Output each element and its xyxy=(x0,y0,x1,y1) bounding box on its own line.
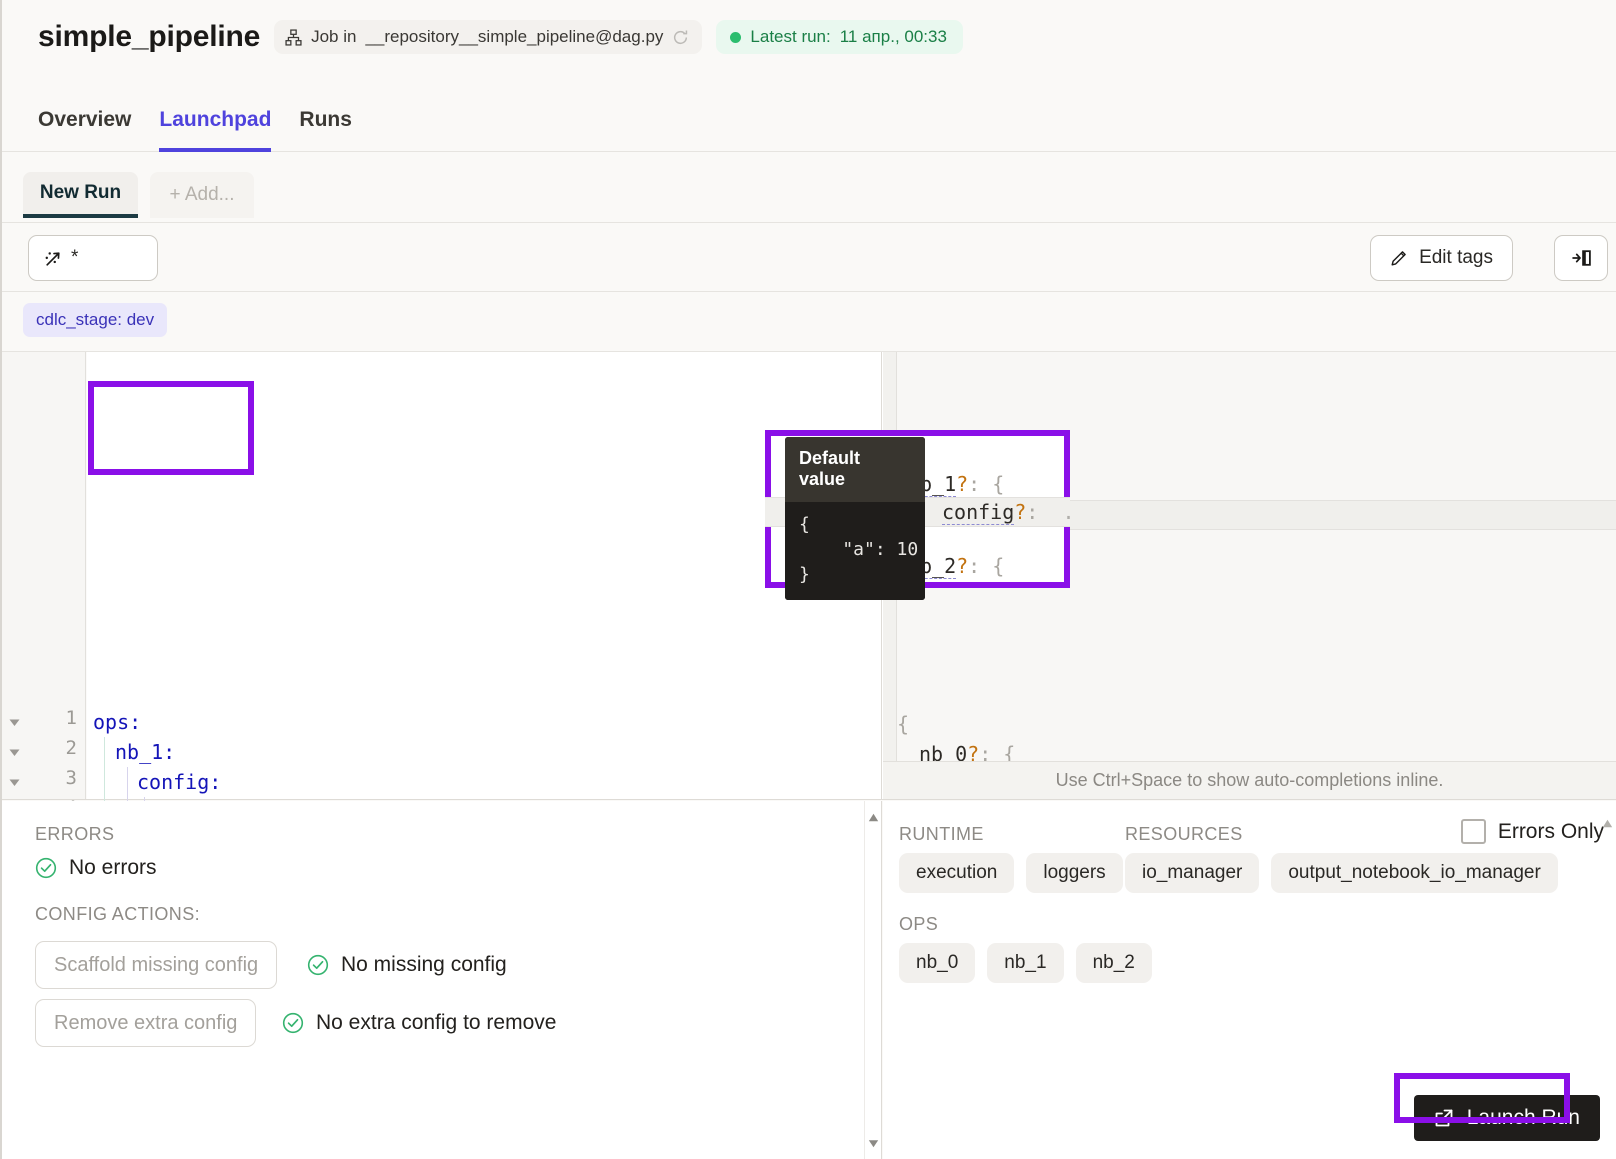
schema-preview[interactable]: { nb_0?: { config?: b_1?: { config?: ...… xyxy=(883,352,1616,1013)
tooltip-body-overlay: { "a": 10 } xyxy=(799,514,919,585)
tooltip-title-overlay: Default value xyxy=(785,437,925,502)
line-number: 1 xyxy=(65,707,77,729)
errors-status-text: No errors xyxy=(69,856,157,879)
fold-arrow-line-3[interactable] xyxy=(7,775,22,790)
launch-run-label: Launch Run xyxy=(1466,1106,1580,1129)
partition-asterisk-icon xyxy=(43,248,64,269)
line-number: 2 xyxy=(65,737,77,759)
job-location-label: __repository__simple_pipeline@dag.py xyxy=(365,27,664,46)
line-number: 3 xyxy=(65,767,77,789)
pencil-icon xyxy=(1390,249,1408,267)
fold-arrow-line-1[interactable] xyxy=(7,715,22,730)
runtime-pill-loggers[interactable]: loggers xyxy=(1026,853,1123,893)
resources-pill-io-manager[interactable]: io_manager xyxy=(1125,853,1260,893)
scaffold-missing-config-button[interactable]: Scaffold missing config xyxy=(35,941,278,989)
edit-tags-label: Edit tags xyxy=(1419,247,1493,268)
default-value-tooltip-overlay: Default value { "a": 10 } xyxy=(785,437,925,600)
tag-row: cdlc_stage: dev xyxy=(2,292,1616,352)
session-tab-add[interactable]: + Add... xyxy=(150,172,254,218)
tab-runs[interactable]: Runs xyxy=(299,108,352,152)
ops-pill-nb-1[interactable]: nb_1 xyxy=(987,943,1064,983)
schema-line-0: { xyxy=(897,712,910,736)
runtime-label: RUNTIME xyxy=(899,824,984,844)
scroll-up-arrow-icon[interactable] xyxy=(868,809,879,827)
check-circle-icon xyxy=(307,954,329,976)
extra-config-status-row: No extra config to remove xyxy=(282,1011,556,1035)
errors-only-toggle[interactable]: Errors Only xyxy=(1460,819,1604,844)
external-link-icon xyxy=(1434,1108,1454,1128)
check-circle-icon xyxy=(35,857,57,879)
resources-pill-output-notebook-io-manager[interactable]: output_notebook_io_manager xyxy=(1271,853,1558,893)
runtime-pill-group: execution loggers xyxy=(899,853,1123,893)
latest-run-timestamp: 11 апр., 00:33 xyxy=(839,27,947,46)
ops-label: OPS xyxy=(899,914,939,934)
title-row: simple_pipeline Job in __repository__sim… xyxy=(38,20,963,54)
ops-pill-nb-0[interactable]: nb_0 xyxy=(899,943,976,983)
resources-label: RESOURCES xyxy=(1125,824,1243,844)
edit-tags-button[interactable]: Edit tags xyxy=(1370,235,1513,281)
errors-status-row: No errors xyxy=(35,856,157,880)
job-prefix-label: Job in xyxy=(311,27,357,46)
status-dot-icon xyxy=(730,31,742,43)
yaml-editor[interactable]: 1 2 3 4 5 6 7 ops: nb_1: config: a: 33 n… xyxy=(2,352,882,917)
page-header: simple_pipeline Job in __repository__sim… xyxy=(2,0,1616,152)
missing-config-status-text: No missing config xyxy=(341,953,507,976)
job-graph-icon xyxy=(285,28,302,46)
refresh-icon[interactable] xyxy=(672,29,689,46)
missing-config-status-row: No missing config xyxy=(307,953,507,977)
config-nav-panel: RUNTIME RESOURCES Errors Only execution … xyxy=(883,801,1616,1159)
launchpad-toolbar: * Edit tags xyxy=(2,222,1616,292)
main-tabs: Overview Launchpad Runs xyxy=(38,98,352,152)
partition-selector[interactable]: * xyxy=(28,235,158,281)
collapse-right-panel-button[interactable] xyxy=(1554,235,1608,281)
errors-section-label: ERRORS xyxy=(35,824,115,844)
yaml-line-1: ops: xyxy=(93,710,142,734)
line-number-gutter: 1 2 3 4 5 6 7 xyxy=(28,352,86,909)
check-circle-icon xyxy=(282,1012,304,1034)
tab-launchpad[interactable]: Launchpad xyxy=(159,108,272,152)
partition-value: * xyxy=(71,247,79,268)
schema-active-line xyxy=(897,500,1616,530)
session-tab-bar: New Run + Add... xyxy=(2,152,1616,218)
yaml-line-2: nb_1: xyxy=(115,740,176,764)
errors-panel: ERRORS No errors CONFIG ACTIONS: Scaffol… xyxy=(2,801,882,1159)
fold-gutter xyxy=(2,352,28,876)
config-actions-label: CONFIG ACTIONS: xyxy=(35,904,201,924)
latest-run-badge[interactable]: Latest run: 11 апр., 00:33 xyxy=(716,20,963,54)
ops-pill-group: nb_0 nb_1 nb_2 xyxy=(899,943,1152,983)
yaml-line-3: config: xyxy=(137,770,222,794)
collapse-right-panel-icon xyxy=(1571,248,1592,268)
remove-extra-config-button[interactable]: Remove extra config xyxy=(35,999,257,1047)
runtime-pill-execution[interactable]: execution xyxy=(899,853,1015,893)
errors-only-checkbox[interactable] xyxy=(1460,819,1486,844)
scroll-down-arrow-icon[interactable] xyxy=(868,1135,879,1153)
launchpad-page: simple_pipeline Job in __repository__sim… xyxy=(0,0,1616,1159)
config-nav-scroll-up-arrow-icon[interactable] xyxy=(1602,815,1613,833)
ops-pill-nb-2[interactable]: nb_2 xyxy=(1075,943,1152,983)
tab-overview[interactable]: Overview xyxy=(38,108,131,152)
resources-pill-group: io_manager output_notebook_io_manager xyxy=(1125,853,1558,893)
errors-panel-scrollbar[interactable] xyxy=(864,801,881,1159)
extra-config-status-text: No extra config to remove xyxy=(316,1011,557,1034)
yaml-code-area[interactable]: ops: nb_1: config: a: 33 nb_2: config: b… xyxy=(87,352,881,917)
autocomplete-hint: Use Ctrl+Space to show auto-completions … xyxy=(883,761,1616,799)
job-location-chip[interactable]: Job in __repository__simple_pipeline@dag… xyxy=(274,20,703,54)
page-title: simple_pipeline xyxy=(38,20,261,53)
session-tab-new-run[interactable]: New Run xyxy=(23,172,138,218)
launch-run-button[interactable]: Launch Run xyxy=(1413,1095,1600,1141)
fold-arrow-line-2[interactable] xyxy=(7,745,22,760)
tag-cdlc-stage[interactable]: cdlc_stage: dev xyxy=(23,303,168,337)
latest-run-label: Latest run: xyxy=(750,27,831,46)
errors-only-label: Errors Only xyxy=(1497,819,1604,843)
